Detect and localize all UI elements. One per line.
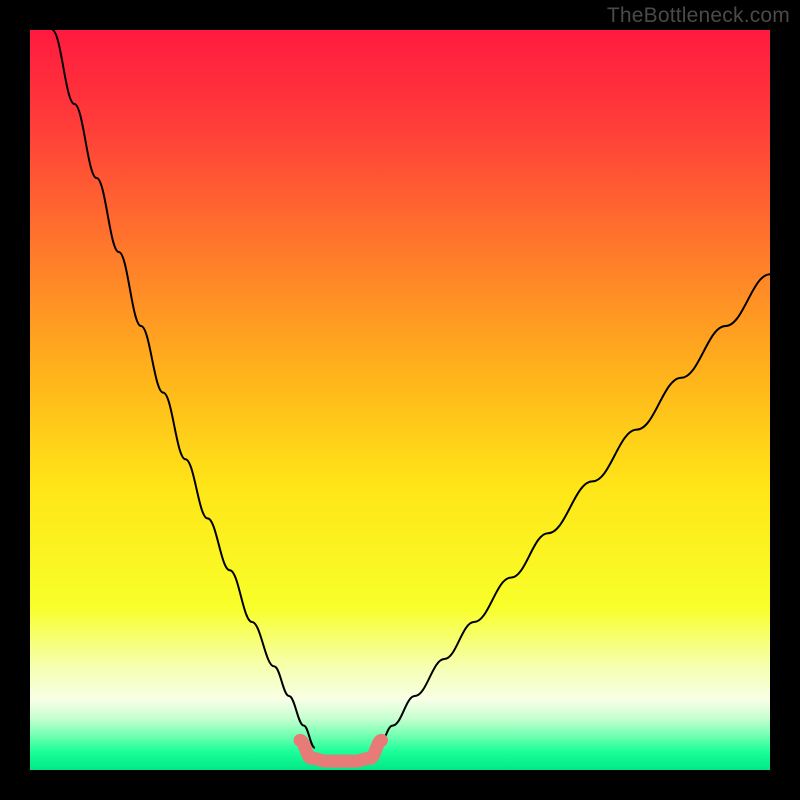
plot-area	[30, 30, 770, 770]
watermark-text: TheBottleneck.com	[607, 4, 790, 28]
curves-layer	[30, 30, 770, 770]
bottleneck-curve-right	[378, 274, 770, 748]
bottleneck-curve-left	[52, 30, 315, 748]
chart-frame: TheBottleneck.com	[0, 0, 800, 800]
